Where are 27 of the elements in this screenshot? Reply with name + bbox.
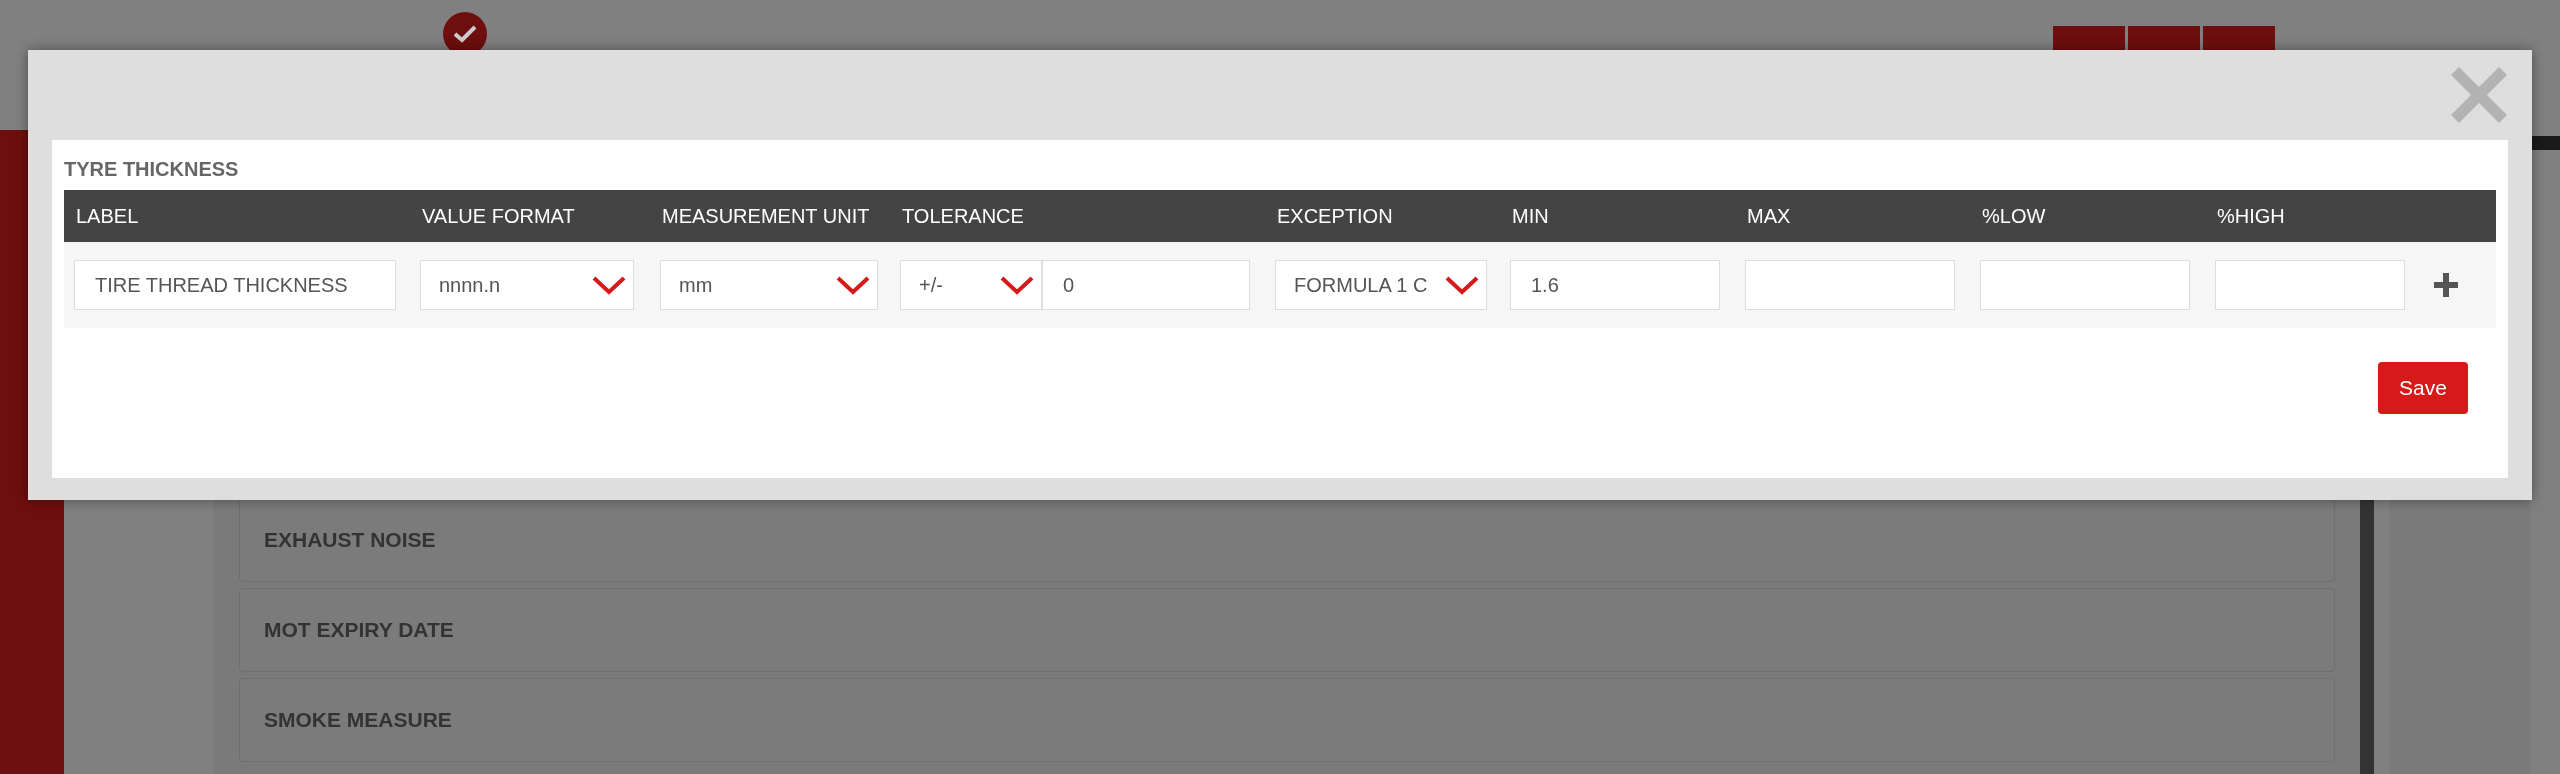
column-header: MAX	[1746, 204, 1792, 229]
plus-icon[interactable]	[2434, 273, 2458, 297]
chevron-down-icon	[835, 274, 871, 296]
column-header: EXCEPTION	[1276, 204, 1394, 229]
save-button[interactable]: Save	[2378, 362, 2468, 414]
close-icon[interactable]	[2451, 67, 2507, 123]
column-header: TOLERANCE	[901, 204, 1025, 229]
select-field[interactable]: mm	[660, 260, 878, 310]
chevron-down-icon	[999, 274, 1035, 296]
text-field[interactable]: 1.6	[1510, 260, 1720, 310]
text-field[interactable]	[1745, 260, 1955, 310]
select-field[interactable]: FORMULA 1 C	[1275, 260, 1487, 310]
text-field[interactable]: TIRE THREAD THICKNESS	[74, 260, 396, 310]
column-header: %LOW	[1981, 204, 2047, 229]
select-field[interactable]: nnnn.n	[420, 260, 634, 310]
column-header: MEASUREMENT UNIT	[661, 204, 871, 229]
text-field[interactable]: 0	[1042, 260, 1250, 310]
text-field[interactable]	[2215, 260, 2405, 310]
chevron-down-icon	[591, 274, 627, 296]
section-title: TYRE THICKNESS	[64, 157, 240, 182]
chevron-down-icon	[1444, 274, 1480, 296]
select-field[interactable]: +/-	[900, 260, 1042, 310]
column-header: VALUE FORMAT	[421, 204, 576, 229]
text-field[interactable]	[1980, 260, 2190, 310]
column-header: MIN	[1511, 204, 1550, 229]
column-header: %HIGH	[2216, 204, 2286, 229]
column-header: LABEL	[75, 204, 140, 229]
